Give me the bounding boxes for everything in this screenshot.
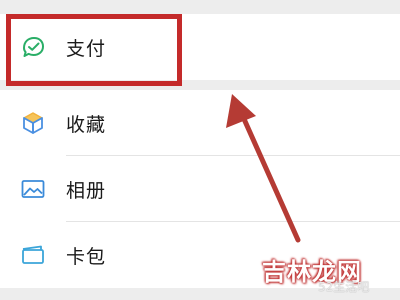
menu-item-label: 收藏 xyxy=(66,113,107,136)
section-gap xyxy=(0,80,400,90)
favorites-icon xyxy=(20,110,46,136)
screen: 支付 收藏 相册 卡包 吉林龙网 52生活吧 xyxy=(0,0,400,300)
watermark-subtext: 52生活吧 xyxy=(318,280,370,294)
menu-item-album[interactable]: 相册 xyxy=(0,156,400,222)
album-icon xyxy=(20,176,46,202)
menu-item-favorites[interactable]: 收藏 xyxy=(0,90,400,156)
menu-item-label: 卡包 xyxy=(66,245,107,268)
pay-icon xyxy=(20,34,46,60)
me-menu-list: 支付 收藏 相册 卡包 xyxy=(0,14,400,288)
menu-group-pay: 支付 xyxy=(0,14,400,80)
menu-item-label: 支付 xyxy=(66,37,107,60)
menu-item-pay[interactable]: 支付 xyxy=(0,14,400,80)
top-strip xyxy=(0,0,400,14)
card-wallet-icon xyxy=(20,242,46,268)
menu-item-label: 相册 xyxy=(66,179,107,202)
